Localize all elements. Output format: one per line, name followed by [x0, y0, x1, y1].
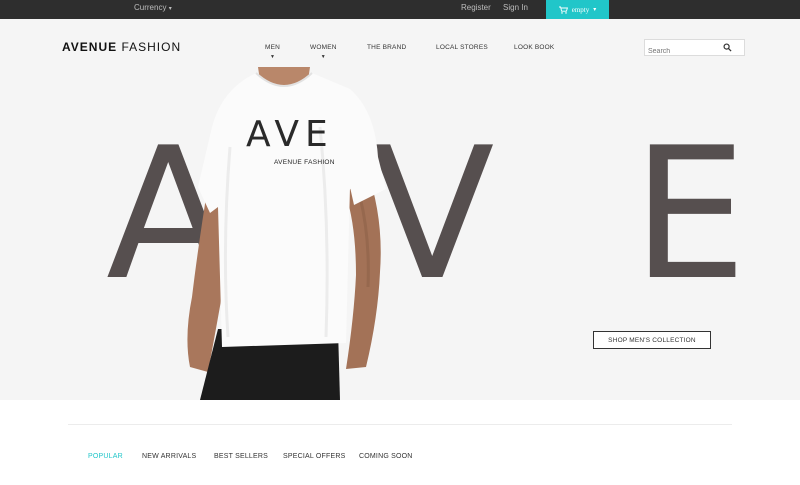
tab-coming-soon[interactable]: COMING SOON — [359, 453, 413, 460]
tab-best-sellers[interactable]: BEST SELLERS — [214, 453, 268, 460]
top-bar: Currency ▾ Register Sign In empty ▾ — [0, 0, 800, 19]
hero-banner: AVENUE FASHION MEN ▼ WOMEN ▼ THE BRAND LOC… — [0, 19, 800, 400]
chevron-down-icon: ▾ — [593, 7, 597, 13]
shop-mens-collection-button[interactable]: SHOP MEN'S COLLECTION — [593, 331, 711, 349]
search-input[interactable] — [645, 44, 725, 59]
logo-light-text: FASHION — [121, 40, 182, 54]
hero-letter-e: E — [632, 108, 747, 320]
chevron-down-icon: ▾ — [168, 6, 172, 12]
shirt-print: AVE — [246, 114, 334, 155]
search-icon[interactable] — [723, 43, 732, 52]
chevron-down-icon: ▼ — [269, 54, 276, 60]
cart-icon — [558, 6, 568, 14]
nav-label: MEN — [265, 44, 281, 51]
logo-bold-text: AVENUE — [62, 40, 118, 54]
nav-item-look-book[interactable]: LOOK BOOK — [514, 44, 554, 51]
tab-new-arrivals[interactable]: NEW ARRIVALS — [142, 453, 196, 460]
cart-label: empty — [571, 5, 590, 14]
divider — [68, 424, 732, 425]
currency-dropdown[interactable]: Currency ▾ — [134, 3, 172, 12]
cart-button[interactable]: empty ▾ — [546, 0, 609, 19]
nav-item-women[interactable]: WOMEN ▼ — [310, 44, 337, 60]
logo[interactable]: AVENUE FASHION — [62, 40, 181, 54]
nav-label: WOMEN — [310, 44, 337, 51]
shirt-brand: AVENUE FASHION — [274, 159, 335, 166]
chevron-down-icon: ▼ — [320, 54, 326, 60]
sign-in-link[interactable]: Sign In — [503, 3, 528, 12]
nav-item-the-brand[interactable]: THE BRAND — [367, 44, 406, 51]
currency-label: Currency — [134, 3, 167, 12]
register-link[interactable]: Register — [461, 3, 491, 12]
search-box — [644, 39, 745, 59]
nav-item-local-stores[interactable]: LOCAL STORES — [436, 44, 488, 51]
tab-popular[interactable]: POPULAR — [88, 453, 123, 460]
tab-special-offers[interactable]: SPECIAL OFFERS — [283, 453, 345, 460]
nav-item-men[interactable]: MEN ▼ — [265, 44, 281, 60]
